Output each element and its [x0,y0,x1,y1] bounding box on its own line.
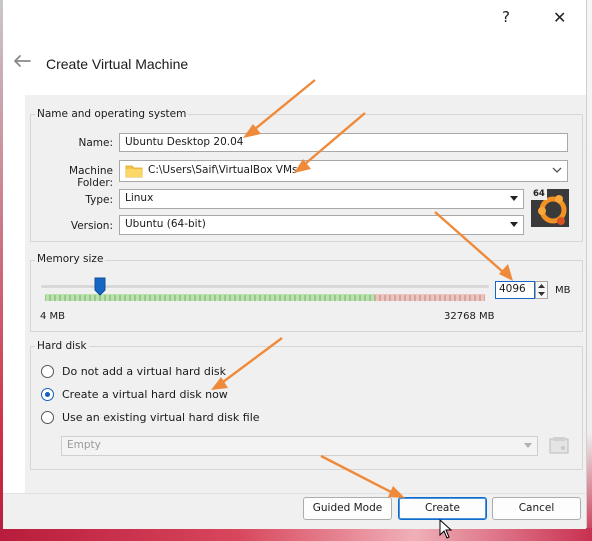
annotation-arrow-create-button [320,454,405,498]
annotation-arrow-name [243,79,316,138]
annotation-arrow-create-disk [211,337,283,390]
annotation-arrows [211,79,513,498]
create-vm-dialog: ? ✕ Create Virtual Machine Name and oper… [3,0,587,539]
annotation-arrow-folder [294,112,366,173]
annotation-arrow-memory [434,211,513,281]
desktop-wallpaper-bottom [0,528,592,541]
